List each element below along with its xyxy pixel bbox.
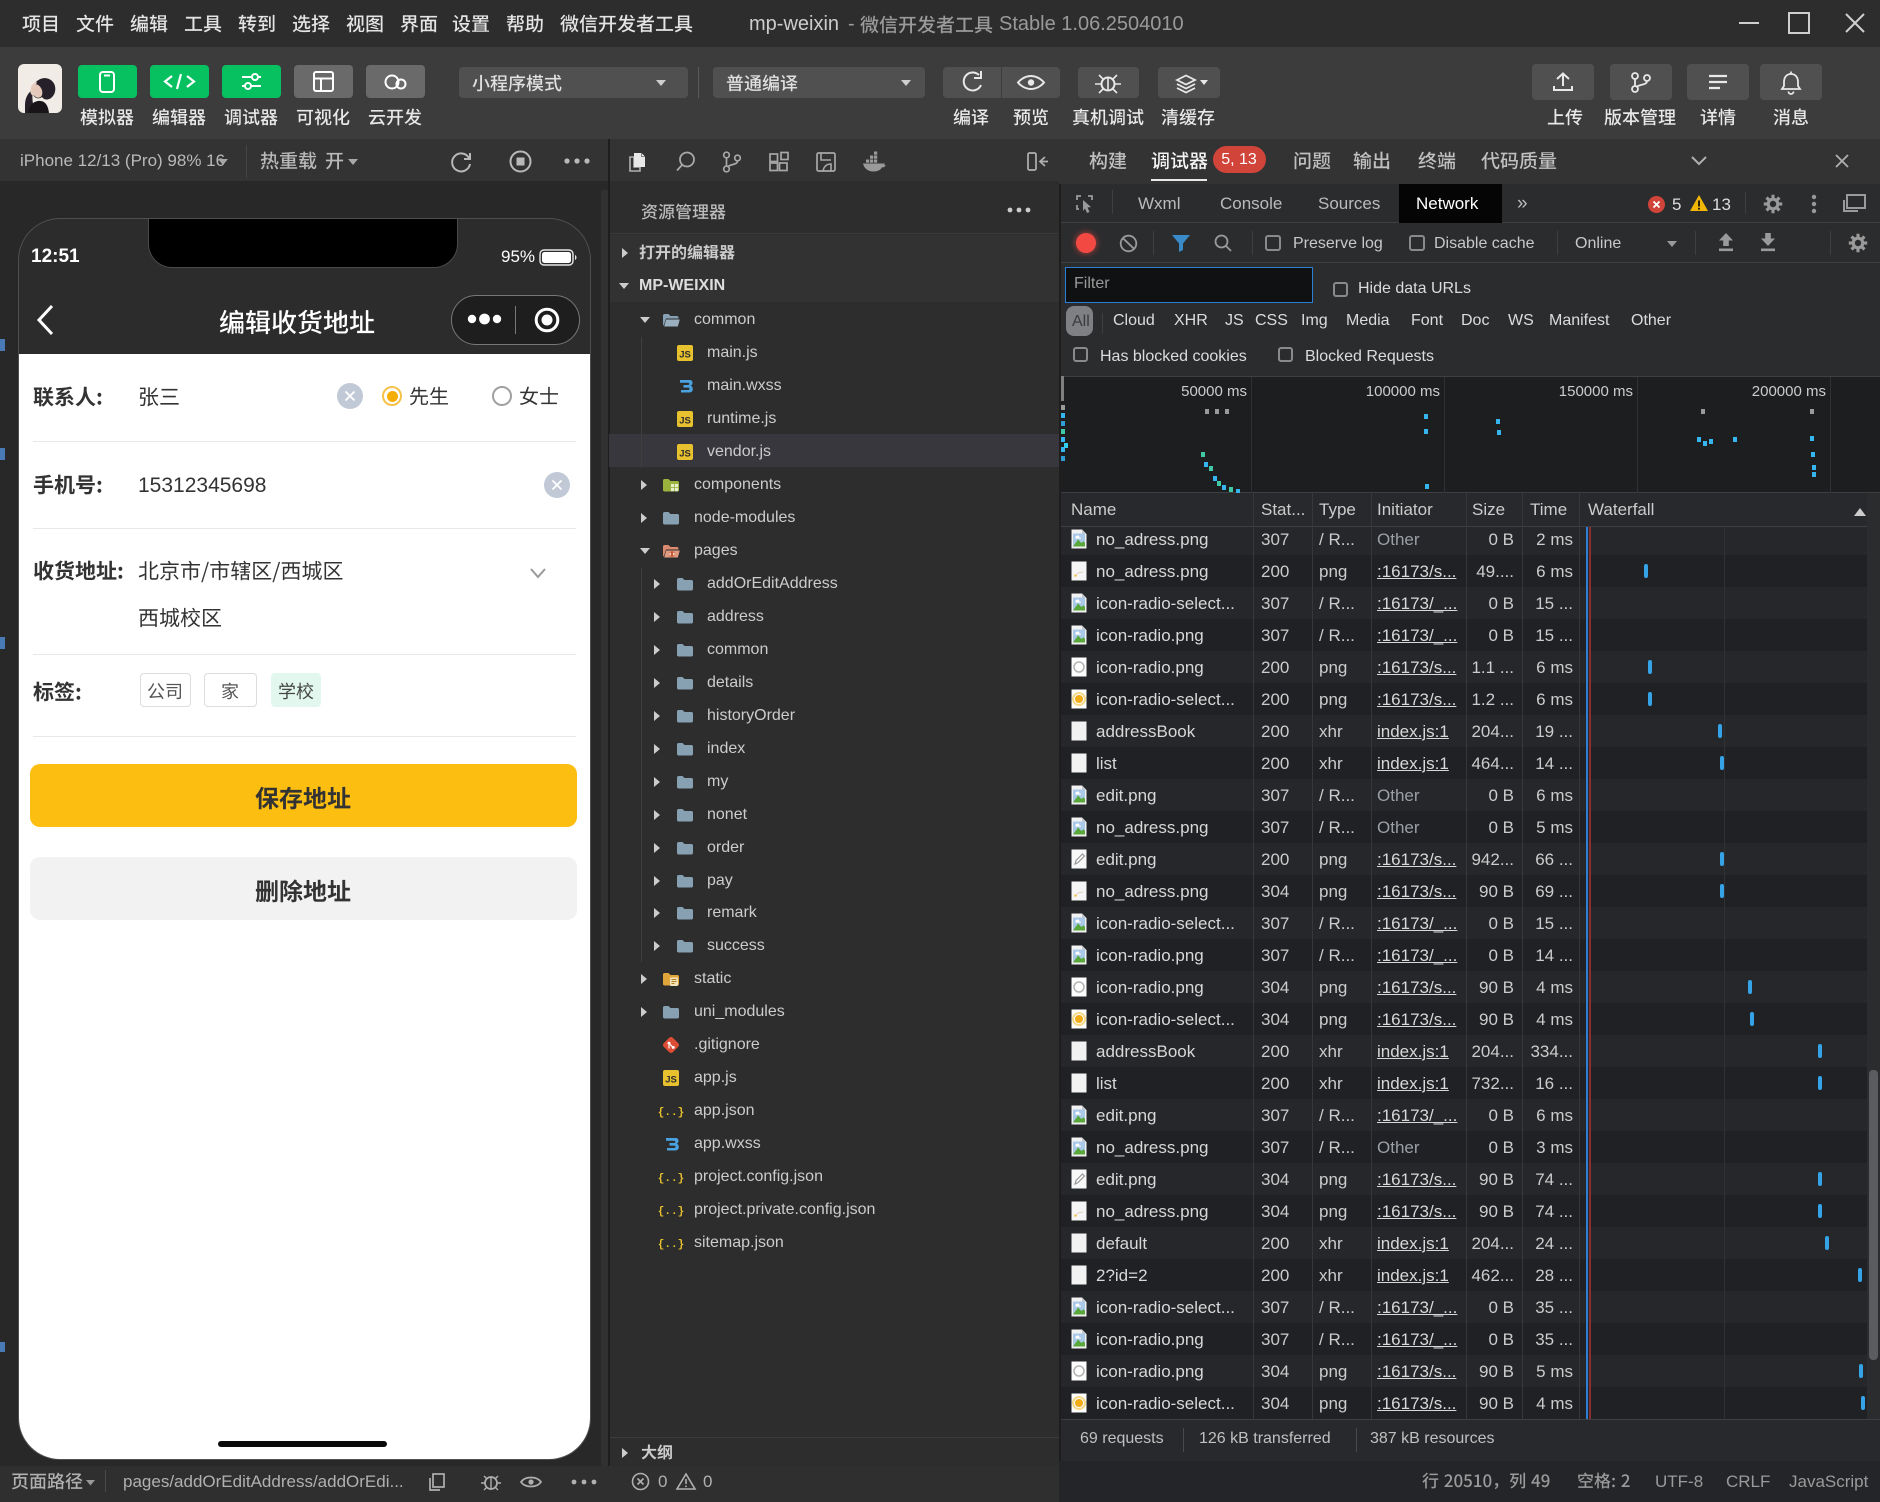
- svg-text:JS: JS: [679, 416, 691, 427]
- svg-text:{..}: {..}: [658, 1239, 684, 1251]
- svg-text:{..}: {..}: [658, 1206, 684, 1218]
- svg-text:{..}: {..}: [658, 1107, 684, 1119]
- svg-text:{..}: {..}: [658, 1173, 684, 1185]
- svg-text:JS: JS: [665, 1075, 677, 1086]
- svg-text:JS: JS: [679, 350, 691, 361]
- svg-text:JS: JS: [679, 449, 691, 460]
